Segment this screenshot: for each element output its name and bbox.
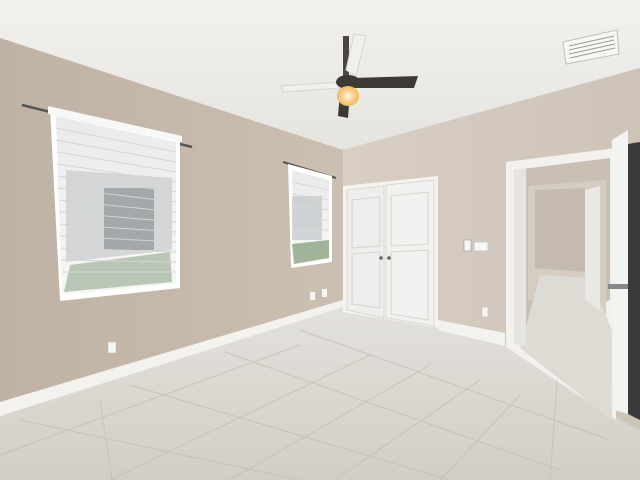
- door-handle[interactable]: [608, 284, 628, 289]
- fan-blade: [352, 76, 418, 88]
- closet-door[interactable]: [343, 176, 438, 328]
- outlet: [481, 306, 489, 318]
- outlet: [107, 341, 117, 354]
- fan-light: [337, 86, 359, 106]
- outlet: [322, 289, 327, 297]
- light-switch[interactable]: [473, 241, 489, 252]
- thermostat: [463, 239, 472, 252]
- door-knob[interactable]: [379, 256, 383, 260]
- outlet: [310, 292, 315, 300]
- room-illustration: [0, 0, 640, 480]
- right-window: [282, 161, 337, 268]
- room-photo: [0, 0, 640, 480]
